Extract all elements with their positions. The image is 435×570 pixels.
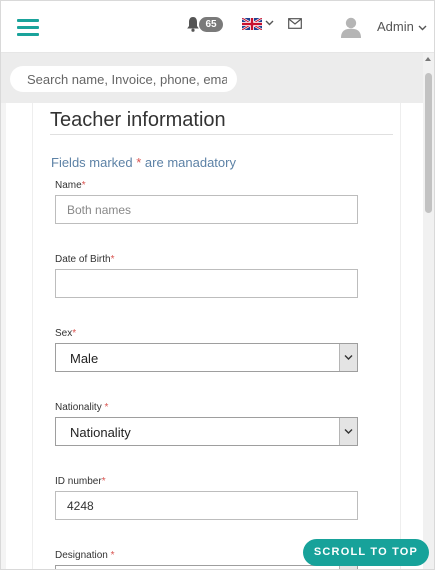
notification-count-badge[interactable]: 65 — [199, 17, 223, 32]
user-name-menu[interactable]: Admin — [377, 19, 414, 34]
sex-select-value: Male — [70, 351, 99, 366]
page-scrollbar[interactable] — [423, 53, 434, 569]
name-input[interactable] — [55, 195, 358, 224]
date-of-birth-label: Date of Birth* — [55, 254, 115, 265]
user-chevron-down-icon[interactable] — [418, 23, 427, 32]
app-frame: 65 Admin Search name, Invoice, phone, em… — [0, 0, 435, 570]
title-divider — [50, 134, 393, 135]
nationality-label: Nationality * — [55, 402, 109, 413]
scrollbar-thumb[interactable] — [425, 73, 432, 213]
language-chevron-down-icon[interactable] — [265, 18, 274, 27]
sex-select[interactable]: Male — [55, 343, 358, 372]
designation-select-arrow[interactable] — [339, 566, 357, 569]
top-bar: 65 Admin — [1, 1, 434, 53]
mandatory-fields-note: Fields marked * are manadatory — [51, 155, 236, 170]
id-number-input[interactable] — [55, 491, 358, 520]
id-number-label: ID number* — [55, 476, 106, 487]
chevron-down-icon — [344, 355, 353, 360]
form-card: Teacher information Fields marked * are … — [6, 103, 423, 569]
sex-label: Sex* — [55, 328, 77, 339]
designation-select[interactable] — [55, 565, 358, 569]
nationality-select-value: Nationality — [70, 425, 131, 440]
name-label: Name* — [55, 180, 86, 191]
designation-label: Designation * — [55, 550, 115, 561]
nationality-select[interactable]: Nationality — [55, 417, 358, 446]
hamburger-menu-icon[interactable] — [17, 19, 39, 37]
search-bar-area — [1, 53, 434, 103]
user-avatar-icon[interactable] — [340, 16, 362, 38]
main-content: Teacher information Fields marked * are … — [1, 103, 434, 569]
scroll-to-top-button[interactable]: SCROLL TO TOP — [303, 539, 429, 566]
sex-select-arrow[interactable] — [339, 344, 357, 371]
scroll-up-arrow-icon[interactable] — [425, 57, 431, 61]
envelope-icon[interactable] — [288, 18, 302, 29]
search-input[interactable] — [10, 66, 237, 92]
uk-flag-icon[interactable] — [242, 18, 262, 30]
date-of-birth-input[interactable] — [55, 269, 358, 298]
nationality-select-arrow[interactable] — [339, 418, 357, 445]
bell-icon[interactable] — [186, 16, 200, 32]
chevron-down-icon — [344, 429, 353, 434]
page-title: Teacher information — [50, 109, 226, 131]
